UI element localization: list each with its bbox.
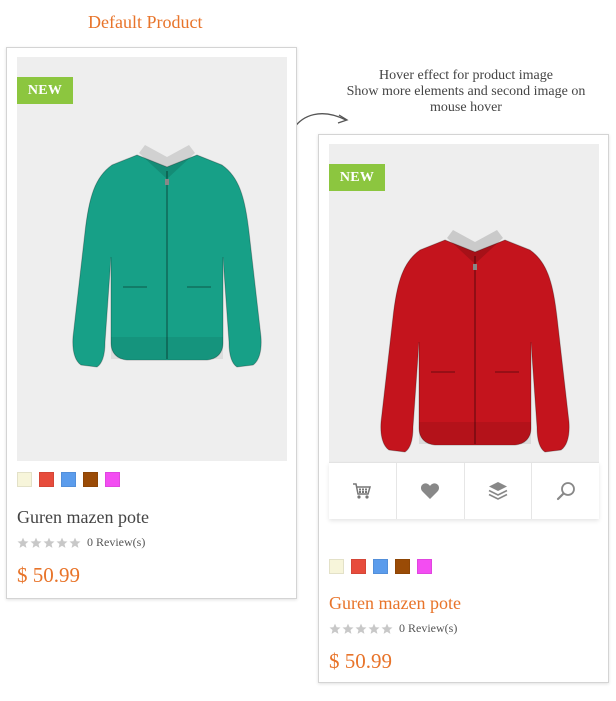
color-swatches bbox=[329, 559, 432, 574]
product-price: $ 50.99 bbox=[329, 649, 392, 673]
product-image[interactable]: NEW bbox=[17, 57, 287, 461]
hover-note-line-3: mouse hover bbox=[430, 100, 502, 115]
star-icon bbox=[30, 537, 42, 548]
jacket-image bbox=[72, 145, 262, 368]
swatch-blue[interactable] bbox=[61, 472, 76, 487]
star-icon bbox=[329, 623, 341, 634]
star-icon bbox=[342, 623, 354, 634]
heart-icon bbox=[421, 483, 440, 499]
star-icon bbox=[368, 623, 380, 634]
review-count[interactable]: 0 Review(s) bbox=[87, 535, 145, 550]
swatch-brown[interactable] bbox=[83, 472, 98, 487]
star-icon bbox=[355, 623, 367, 634]
star-icon bbox=[17, 537, 29, 548]
layers-icon bbox=[488, 482, 508, 500]
product-card-hover[interactable]: NEW Guren mazen pote 0 Review(s) $ 50.99 bbox=[318, 134, 609, 683]
color-swatches bbox=[17, 472, 120, 487]
rating: 0 Review(s) bbox=[17, 535, 145, 550]
swatch-cream[interactable] bbox=[329, 559, 344, 574]
product-title[interactable]: Guren mazen pote bbox=[17, 507, 149, 528]
hover-note-line-1: Hover effect for product image bbox=[379, 68, 553, 83]
quick-view-button[interactable] bbox=[532, 463, 599, 519]
hover-action-bar bbox=[329, 462, 599, 519]
star-icon bbox=[381, 623, 393, 634]
hover-note-line-2: Show more elements and second image on bbox=[346, 84, 586, 99]
swatch-brown[interactable] bbox=[395, 559, 410, 574]
new-badge: NEW bbox=[17, 77, 73, 104]
add-to-cart-button[interactable] bbox=[329, 463, 397, 519]
product-card-default[interactable]: NEW Guren mazen pote 0 Review(s) $ 50.99 bbox=[6, 47, 297, 599]
wishlist-button[interactable] bbox=[397, 463, 465, 519]
swatch-magenta[interactable] bbox=[417, 559, 432, 574]
swatch-blue[interactable] bbox=[373, 559, 388, 574]
jacket-image bbox=[380, 230, 570, 453]
product-title[interactable]: Guren mazen pote bbox=[329, 593, 461, 614]
cart-icon bbox=[353, 483, 372, 499]
star-rating bbox=[17, 537, 81, 549]
rating: 0 Review(s) bbox=[329, 621, 457, 636]
star-rating bbox=[329, 623, 393, 635]
compare-button[interactable] bbox=[465, 463, 533, 519]
star-icon bbox=[43, 537, 55, 548]
review-count[interactable]: 0 Review(s) bbox=[399, 621, 457, 636]
swatch-red[interactable] bbox=[39, 472, 54, 487]
default-product-caption: Default Product bbox=[88, 12, 203, 32]
swatch-red[interactable] bbox=[351, 559, 366, 574]
star-icon bbox=[69, 537, 81, 548]
swatch-cream[interactable] bbox=[17, 472, 32, 487]
new-badge: NEW bbox=[329, 164, 385, 191]
hover-effect-note: Hover effect for product image Show more… bbox=[318, 68, 614, 116]
star-icon bbox=[56, 537, 68, 548]
swatch-magenta[interactable] bbox=[105, 472, 120, 487]
product-price: $ 50.99 bbox=[17, 563, 80, 587]
curved-arrow-icon bbox=[291, 113, 349, 132]
search-icon bbox=[556, 482, 575, 501]
